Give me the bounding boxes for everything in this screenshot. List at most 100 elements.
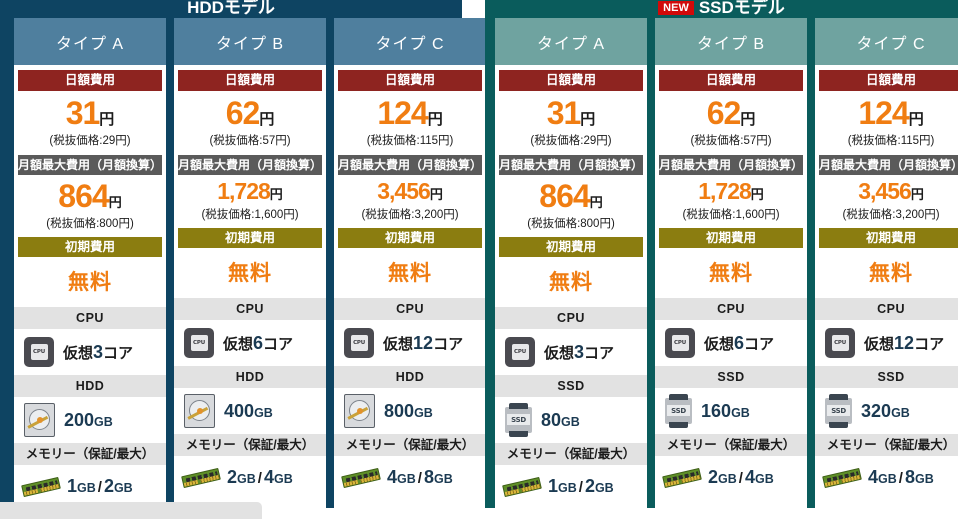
cpu-value-prefix: 仮想 [383,335,414,353]
monthly-fee-pretax: (税抜価格:1,600円) [682,209,780,221]
initial-fee-block: 無料 [174,248,327,298]
daily-fee-label: 日額費用 [659,70,804,91]
memory-max-unit: GB [594,481,614,495]
storage-spec-label: SSD [655,366,808,388]
initial-fee-block: 無料 [14,257,167,307]
cpu-icon: CPU [24,337,54,367]
monthly-fee-label: 月額最大費用（月額換算） [819,155,958,175]
cpu-icon: CPU [825,328,856,358]
monthly-fee-currency: 円 [910,187,924,202]
storage-spec-row: SSD 80GB [495,397,648,443]
plan-type-header: タイプ C [334,18,487,65]
initial-fee-label: 初期費用 [499,237,644,257]
plan-type-header: タイプ A [14,18,167,65]
storage-spec-row: SSD 160GB [655,388,808,434]
memory-spec-label: メモリー（保証/最大） [14,443,167,465]
monthly-fee-amount: 864 [58,178,109,214]
initial-fee-value: 無料 [228,262,273,285]
memory-guaranteed-value: 2 [708,467,719,487]
plan-column[interactable]: タイプ B 日額費用 62円 (税抜価格:57円) 月額最大費用（月額換算） 1,728円… [651,18,812,508]
initial-fee-value: 無料 [709,262,754,285]
cpu-value-cores: 3 [93,341,104,362]
storage-spec-row: 200GB [14,397,167,443]
cpu-icon-label: CPU [30,344,48,360]
memory-icon [21,476,61,498]
monthly-fee-amount: 864 [539,178,590,214]
monthly-fee-currency: 円 [589,195,603,210]
plan-column[interactable]: タイプ C 日額費用 124円 (税抜価格:115円) 月額最大費用（月額換算） 3,45… [811,18,958,508]
daily-fee-label: 日額費用 [819,70,958,91]
daily-fee-label: 日額費用 [18,70,163,91]
memory-guaranteed-value: 1 [548,476,559,496]
daily-fee-currency: 円 [99,111,115,128]
memory-separator: / [417,470,422,487]
memory-spec-label: メモリー（保証/最大） [334,434,487,456]
initial-fee-label: 初期費用 [338,228,483,248]
storage-spec-label: HDD [174,366,327,388]
plan-column[interactable]: タイプ A 日額費用 31円 (税抜価格:29円) 月額最大費用（月額換算） 864円 (税… [0,18,171,508]
initial-fee-block: 無料 [334,248,487,298]
cpu-value-suffix: コア [263,335,294,353]
daily-fee-label: 日額費用 [178,70,323,91]
storage-unit: GB [891,405,910,420]
monthly-fee-block: 1,728円 (税抜価格:1,600円) [655,175,808,228]
cpu-icon-label: CPU [350,335,368,351]
memory-spec-row: 1GB/2GB [495,465,648,508]
storage-value: 200 [64,409,95,430]
memory-max-unit: GB [914,472,934,486]
daily-fee-pretax: (税抜価格:57円) [209,135,291,147]
monthly-fee-pretax: (税抜価格:800円) [527,218,615,230]
memory-spec-label: メモリー（保証/最大） [174,434,327,456]
storage-spec-label: SSD [495,375,648,397]
daily-fee-amount: 62 [706,95,742,131]
memory-spec-row: 4GB/8GB [815,456,958,499]
monthly-fee-currency: 円 [108,195,122,210]
plan-column[interactable]: タイプ C 日額費用 124円 (税抜価格:115円) 月額最大費用（月額換算） 3,45… [330,18,501,508]
memory-guaranteed-value: 2 [227,467,238,487]
storage-spec-row: 800GB [334,388,487,434]
memory-max-value: 2 [103,476,114,496]
daily-fee-pretax: (税抜価格:29円) [530,135,612,147]
monthly-fee-label: 月額最大費用（月額換算） [338,155,483,175]
monthly-fee-label: 月額最大費用（月額換算） [178,155,323,175]
storage-unit: GB [561,414,580,429]
plan-columns-ssd: タイプ A 日額費用 31円 (税抜価格:29円) 月額最大費用（月額換算） 864円 (税… [485,18,958,508]
storage-value: 320 [861,400,892,421]
cpu-icon-label: CPU [671,335,689,351]
memory-max-unit: GB [433,472,453,486]
ssd-icon-label: SSD [667,405,691,416]
cpu-value-prefix: 仮想 [864,335,895,353]
cpu-spec-row: CPU 仮想6コア [655,320,808,366]
daily-fee-label: 日額費用 [499,70,644,91]
daily-fee-amount: 31 [546,95,582,131]
monthly-fee-amount: 3,456 [377,178,431,204]
pricing-panel-hdd: HDDモデル タイプ A 日額費用 31円 (税抜価格:29円) 月額最大費用（月額換算… [0,0,501,508]
plan-column[interactable]: タイプ A 日額費用 31円 (税抜価格:29円) 月額最大費用（月額換算） 864円 (税… [485,18,652,508]
daily-fee-block: 62円 (税抜価格:57円) [174,91,327,155]
memory-spec-label: メモリー（保証/最大） [655,434,808,456]
memory-guaranteed-unit: GB [77,481,96,495]
monthly-fee-block: 1,728円 (税抜価格:1,600円) [174,175,327,228]
daily-fee-currency: 円 [427,111,443,128]
memory-max-value: 2 [584,476,595,496]
cpu-icon: CPU [184,328,215,358]
cpu-spec-label: CPU [655,298,808,320]
ssd-icon-label: SSD [827,405,851,416]
plan-column[interactable]: タイプ B 日額費用 62円 (税抜価格:57円) 月額最大費用（月額換算） 1,728円… [170,18,331,508]
daily-fee-block: 124円 (税抜価格:115円) [334,91,487,155]
initial-fee-value: 無料 [388,262,433,285]
daily-fee-pretax: (税抜価格:115円) [366,135,454,147]
monthly-fee-block: 3,456円 (税抜価格:3,200円) [334,175,487,228]
new-badge: NEW [658,1,694,15]
memory-icon [341,467,381,489]
memory-spec-row: 2GB/4GB [655,456,808,499]
initial-fee-label: 初期費用 [819,228,958,248]
cpu-spec-label: CPU [14,307,167,329]
monthly-fee-pretax: (税抜価格:3,200円) [842,209,940,221]
cpu-icon-label: CPU [190,335,208,351]
cpu-spec-row: CPU 仮想3コア [495,329,648,375]
initial-fee-label: 初期費用 [659,228,804,248]
storage-spec-label: HDD [14,375,167,397]
memory-guaranteed-value: 4 [387,467,398,487]
monthly-fee-label: 月額最大費用（月額換算） [18,155,163,175]
